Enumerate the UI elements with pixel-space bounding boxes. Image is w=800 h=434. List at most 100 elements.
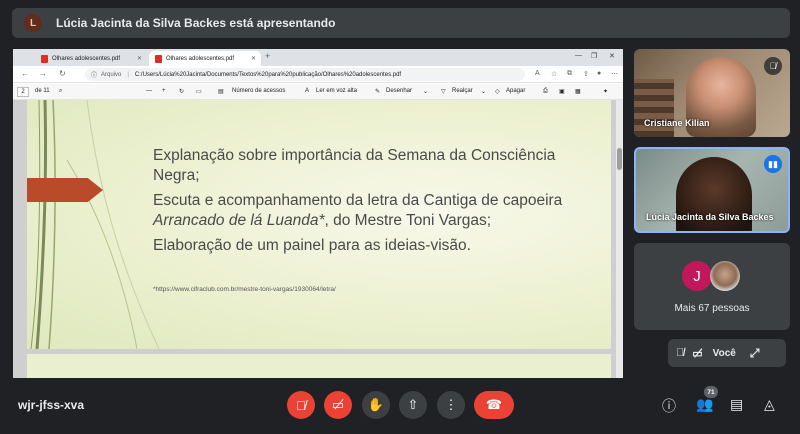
highlight-button[interactable]: Realçar [452, 88, 473, 94]
speaking-indicator-icon: ▮▮ [764, 155, 782, 173]
present-button[interactable]: ⇧ [399, 391, 427, 419]
eraser-icon: ◇ [495, 89, 500, 95]
erase-button[interactable]: Apagar [506, 88, 525, 94]
pdf-viewer: Explanação sobre importância da Semana d… [13, 100, 623, 378]
scrollbar-thumb[interactable] [617, 148, 622, 170]
hand-icon: ✋ [367, 397, 385, 412]
slide-paragraph-1: Explanação sobre importância da Semana d… [153, 147, 556, 184]
more-participants-avatars: J [682, 261, 740, 291]
slide-arrow-shape [27, 178, 103, 202]
background-bookshelf [634, 79, 674, 137]
participant-tile-2[interactable]: ▮▮ Lúcia Jacinta da Silva Backes [634, 147, 790, 233]
print-icon[interactable]: ⎙ [543, 88, 548, 95]
url-field[interactable]: ⓘ Arquivo | C:/Users/Lúcia%20Jacinta/Doc… [85, 68, 525, 81]
read-aloud-button[interactable]: Ler em voz alta [316, 88, 357, 94]
rotate-icon[interactable]: ↻ [179, 88, 184, 95]
slide-paragraph-2: Escuta e acompanhamento da letra da Cant… [153, 191, 593, 231]
forward-icon[interactable]: → [39, 69, 47, 78]
pdf-page: Explanação sobre importância da Semana d… [27, 100, 611, 349]
pdf-file-icon [155, 54, 162, 63]
zoom-in-icon[interactable]: + [162, 88, 166, 94]
pdf-file-icon [41, 54, 48, 63]
page-total: de 11 [35, 88, 50, 94]
slide-paragraph-2-a: Escuta e acompanhamento da letra da Cant… [153, 192, 563, 209]
more-options-button[interactable]: ⋮ [437, 391, 465, 419]
address-bar: ← → ↻ ⓘ Arquivo | C:/Users/Lúcia%20Jacin… [13, 66, 623, 83]
leave-call-button[interactable]: ☎ [474, 391, 514, 419]
profile-icon[interactable]: ● [597, 70, 601, 77]
fit-page-icon[interactable]: ▭ [196, 88, 202, 95]
pin-toolbar-icon[interactable]: ✦ [603, 88, 608, 95]
pdf-scrollbar[interactable] [616, 100, 623, 378]
collections-icon[interactable]: ⧉ [567, 70, 572, 78]
more-options-icon[interactable]: ⋯ [611, 70, 618, 78]
pdf-toolbar: 2 de 11 ⌕ — + ↻ ▭ ▤ Número de acessos A … [13, 84, 623, 100]
draw-button[interactable]: Desenhar [386, 88, 412, 94]
read-aloud-small-icon: A [305, 88, 310, 94]
close-tab-icon[interactable]: ✕ [251, 55, 256, 62]
back-icon[interactable]: ← [21, 69, 29, 78]
self-tile[interactable]: 🎙̸ ▭̸ Você ⤢ [668, 339, 786, 367]
expand-icon[interactable]: ⤢ [750, 346, 760, 361]
meet-window: L Lúcia Jacinta da Silva Backes está apr… [0, 0, 800, 434]
chevron-down-icon[interactable]: ⌄ [423, 88, 428, 95]
hang-up-icon: ☎ [485, 397, 503, 412]
search-icon[interactable]: ⌕ [59, 88, 62, 95]
raise-hand-button[interactable]: ✋ [362, 391, 390, 419]
save-icon[interactable]: ▣ [559, 88, 565, 95]
more-participants-label: Mais 67 pessoas [674, 303, 750, 314]
page-view-button[interactable]: Número de acessos [232, 88, 285, 94]
presenter-banner-text: Lúcia Jacinta da Silva Backes está apres… [56, 16, 336, 30]
more-participants-tile[interactable]: J Mais 67 pessoas [634, 243, 790, 330]
present-screen-icon: ⇧ [407, 397, 419, 412]
shared-screen: Olhares adolescentes.pdf ✕ Olhares adole… [13, 49, 623, 378]
camera-off-icon: ▭̸ [331, 397, 345, 412]
address-separator: | [127, 71, 129, 78]
camera-off-icon: ▭̸ [692, 347, 703, 360]
participant-avatar-j: J [682, 261, 712, 291]
people-icon[interactable]: 👥 [696, 396, 713, 413]
close-window-icon[interactable]: ✕ [609, 52, 615, 60]
maximize-icon[interactable]: ❐ [591, 52, 597, 60]
page-number-input[interactable]: 2 [17, 87, 29, 97]
activities-icon[interactable]: ◬ [764, 396, 775, 413]
info-icon: ⓘ [91, 73, 98, 79]
close-tab-icon[interactable]: ✕ [137, 55, 142, 62]
address-label: Arquivo [101, 71, 122, 78]
new-tab-icon[interactable]: + [265, 51, 270, 61]
chevron-down-icon[interactable]: ⌄ [481, 88, 486, 95]
save-as-icon[interactable]: ▦ [575, 88, 581, 95]
browser-tab-2[interactable]: Olhares adolescentes.pdf ✕ [149, 51, 261, 66]
chat-icon[interactable]: ▤ [730, 396, 743, 413]
participant-tile-1[interactable]: 🎙̸ Cristiane Kilian [634, 49, 790, 137]
share-icon[interactable]: ⇪ [583, 70, 589, 78]
presenter-avatar: L [24, 14, 42, 32]
participant-name: Lúcia Jacinta da Silva Backes [646, 212, 774, 222]
slide-decoration [30, 100, 160, 349]
url-text: C:/Users/Lúcia%20Jacinta/Documents/Texto… [134, 71, 402, 78]
zoom-out-icon[interactable]: — [146, 88, 152, 94]
participant-count-badge: 71 [704, 386, 718, 398]
reload-icon[interactable]: ↻ [59, 69, 66, 78]
mic-toggle-button[interactable]: 🎙̸ [287, 391, 315, 419]
mic-off-icon: 🎙̸ [296, 397, 306, 413]
page-view-icon: ▤ [218, 89, 224, 95]
browser-tab-label: Olhares adolescentes.pdf [52, 55, 121, 62]
browser-tab-1[interactable]: Olhares adolescentes.pdf ✕ [35, 51, 147, 66]
participant-avatar-photo [710, 261, 740, 291]
mic-off-icon: 🎙̸ [676, 347, 685, 359]
more-vert-icon: ⋮ [444, 397, 458, 412]
self-name: Você [712, 347, 736, 359]
camera-toggle-button[interactable]: ▭̸ [324, 391, 352, 419]
meeting-code: wjr-jfss-xva [18, 398, 85, 412]
read-aloud-icon[interactable]: A [535, 70, 540, 77]
participant-name: Cristiane Kilian [644, 118, 710, 128]
highlight-icon: ▽ [441, 89, 446, 95]
meeting-details-icon[interactable]: ⓘ [662, 396, 676, 416]
favorites-icon[interactable]: ☆ [551, 70, 557, 78]
minimize-icon[interactable]: — [575, 52, 582, 59]
slide-paragraph-2-b: , do Mestre Toni Vargas; [324, 212, 492, 229]
slide-footnote: *https://www.cifraclub.com.br/mestre-ton… [153, 286, 336, 293]
browser-tab-label: Olhares adolescentes.pdf [166, 55, 235, 62]
slide-song-title: Arrancado de lá Luanda* [153, 212, 325, 229]
